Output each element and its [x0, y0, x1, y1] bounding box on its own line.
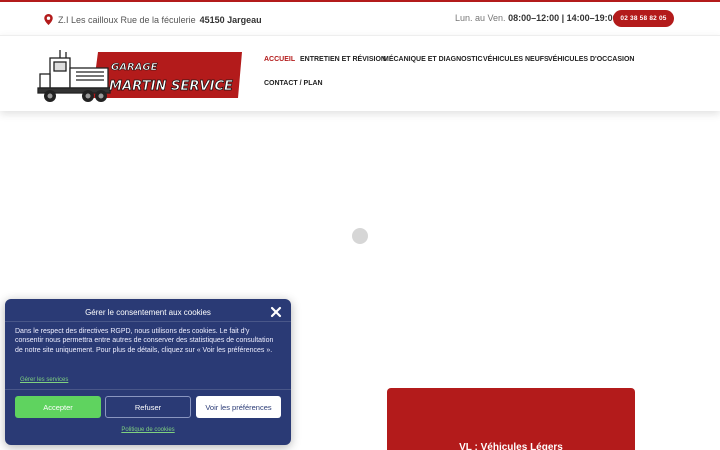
- cookie-divider: [5, 321, 291, 322]
- refuse-button[interactable]: Refuser: [105, 396, 191, 418]
- hours-prefix: Lun. au Ven.: [455, 13, 506, 23]
- nav-item-contact[interactable]: Contact / Plan: [264, 80, 323, 87]
- nav-item-vehicules-neufs[interactable]: Véhicules neufs: [483, 56, 549, 63]
- map-pin-icon: [44, 14, 53, 25]
- cookie-title: Gérer le consentement aux cookies: [85, 308, 211, 317]
- nav-item-mecanique[interactable]: Mécanique et diagnostic: [383, 56, 483, 63]
- accept-button[interactable]: Accepter: [15, 396, 101, 418]
- view-preferences-button[interactable]: Voir les préférences: [196, 396, 281, 418]
- logo-line1: GARAGE: [111, 62, 158, 73]
- close-icon[interactable]: [270, 306, 282, 318]
- logo-line2: MARTIN SERVICE: [109, 79, 233, 94]
- cookie-policy-link[interactable]: Politique de cookies: [5, 427, 291, 433]
- nav-item-vehicules-occasion[interactable]: Véhicules d'occasion: [548, 56, 634, 63]
- service-card-title: VL : Véhicules Légers: [459, 442, 563, 450]
- address: Z.I Les cailloux Rue de la féculerie 451…: [44, 14, 262, 25]
- cookie-divider-2: [5, 389, 291, 390]
- manage-services-link[interactable]: Gérer les services: [20, 377, 68, 383]
- nav-item-accueil[interactable]: Accueil: [264, 56, 295, 63]
- garage-logo[interactable]: GARAGE MARTIN SERVICE: [36, 48, 242, 104]
- nav-item-entretien[interactable]: Entretien et révision: [300, 56, 386, 63]
- address-street: Z.I Les cailloux Rue de la féculerie: [58, 14, 196, 25]
- site-header: GARAGE MARTIN SERVICE Accueil Entretien …: [0, 35, 720, 111]
- top-info-bar: Z.I Les cailloux Rue de la féculerie 451…: [0, 0, 720, 35]
- service-card[interactable]: VL : Véhicules Légers: [387, 388, 635, 450]
- cookie-text: Dans le respect des directives RGPD, nou…: [15, 328, 274, 354]
- hours-value: 08:00–12:00 | 14:00–19:00: [508, 13, 618, 23]
- cookie-consent-modal: Gérer le consentement aux cookies Dans l…: [5, 299, 291, 445]
- phone-button[interactable]: 02 38 58 82 05: [613, 10, 674, 27]
- opening-hours: Lun. au Ven. 08:00–12:00 | 14:00–19:00: [455, 13, 618, 23]
- loading-spinner: [352, 228, 368, 244]
- address-city: 45150 Jargeau: [199, 14, 262, 25]
